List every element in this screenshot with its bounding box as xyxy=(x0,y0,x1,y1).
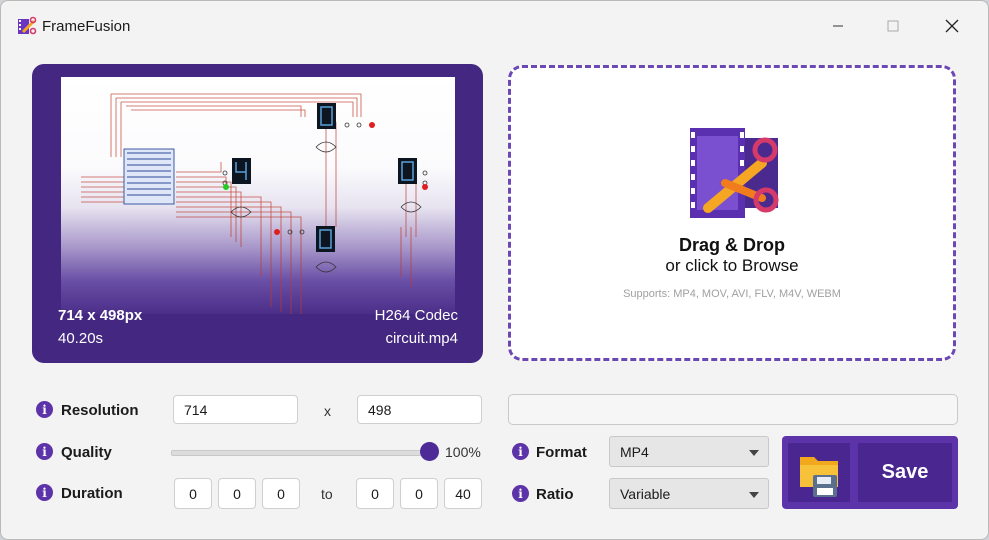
duration-start-minutes[interactable]: 0 xyxy=(218,478,256,509)
video-duration: 40.20s xyxy=(58,330,104,347)
close-icon xyxy=(945,19,959,33)
duration-start-seconds[interactable]: 0 xyxy=(262,478,300,509)
window-title: FrameFusion xyxy=(42,18,131,35)
close-button[interactable] xyxy=(929,11,975,41)
ratio-label: Ratio xyxy=(536,486,574,503)
minimize-icon xyxy=(833,25,843,27)
resolution-height-input[interactable]: 498 xyxy=(357,395,482,424)
duration-end-seconds[interactable]: 40 xyxy=(444,478,482,509)
dropzone-title: Drag & Drop xyxy=(678,235,785,255)
duration-end-minutes[interactable]: 0 xyxy=(400,478,438,509)
chevron-down-icon xyxy=(749,492,759,498)
export-progress-bar xyxy=(508,394,958,425)
video-thumbnail xyxy=(61,77,455,314)
supported-formats-text: Supports: MP4, MOV, AVI, FLV, M4V, WEBM xyxy=(623,288,841,300)
maximize-icon xyxy=(887,20,899,32)
format-label: Format xyxy=(536,444,587,461)
chevron-down-icon xyxy=(749,450,759,456)
ratio-select[interactable]: Variable xyxy=(609,478,769,509)
duration-label: Duration xyxy=(61,485,123,502)
folder-floppy-icon xyxy=(788,443,850,502)
save-button-label: Save xyxy=(858,443,952,502)
format-select[interactable]: MP4 xyxy=(609,436,769,467)
title-bar: FrameFusion xyxy=(1,1,988,49)
video-codec: H264 Codec xyxy=(374,307,458,324)
film-scissors-icon xyxy=(690,128,780,223)
info-icon[interactable]: i xyxy=(512,485,529,502)
minimize-button[interactable] xyxy=(815,11,861,41)
duration-end-hours[interactable]: 0 xyxy=(356,478,394,509)
resolution-separator: x xyxy=(324,403,331,419)
duration-to-label: to xyxy=(321,486,333,502)
quality-label: Quality xyxy=(61,444,112,461)
info-icon[interactable]: i xyxy=(36,443,53,460)
app-logo-icon xyxy=(17,16,37,36)
app-window: FrameFusion 714 x 498px 40.20s H264 Code… xyxy=(0,0,989,540)
resolution-label: Resolution xyxy=(61,402,139,419)
quality-slider-track[interactable] xyxy=(171,450,431,456)
video-preview: 714 x 498px 40.20s H264 Codec circuit.mp… xyxy=(32,64,483,363)
file-dropzone[interactable]: Drag & Drop or click to Browse Supports:… xyxy=(508,65,956,361)
duration-start-hours[interactable]: 0 xyxy=(174,478,212,509)
video-filename: circuit.mp4 xyxy=(385,330,458,347)
info-icon[interactable]: i xyxy=(36,401,53,418)
resolution-width-input[interactable]: 714 xyxy=(173,395,298,424)
ratio-selected-value: Variable xyxy=(620,485,671,502)
quality-value: 100% xyxy=(445,444,481,460)
maximize-button[interactable] xyxy=(870,11,916,41)
info-icon[interactable]: i xyxy=(36,484,53,501)
quality-slider-thumb[interactable] xyxy=(420,442,439,461)
info-icon[interactable]: i xyxy=(512,443,529,460)
dropzone-browse-text[interactable]: or click to Browse xyxy=(511,256,953,276)
format-selected-value: MP4 xyxy=(620,443,649,460)
save-button[interactable]: Save xyxy=(782,436,958,509)
video-dimensions: 714 x 498px xyxy=(58,307,143,324)
